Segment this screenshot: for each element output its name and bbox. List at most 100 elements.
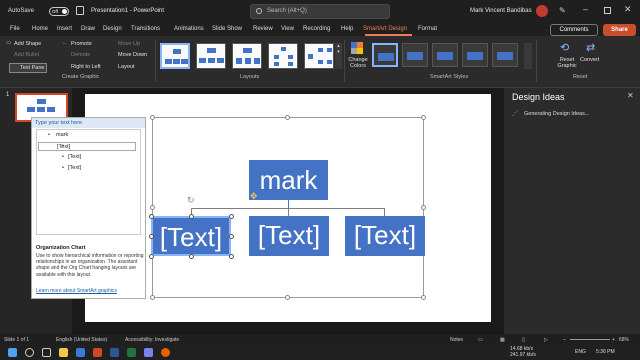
menu-tab-smartart-design[interactable]: SmartArt Design (363, 26, 407, 32)
share-button[interactable]: Share (603, 24, 636, 36)
file-explorer-icon[interactable] (59, 348, 68, 357)
reset-graphic-button[interactable]: Reset Graphic (554, 57, 580, 69)
resize-handle[interactable] (150, 115, 155, 120)
resize-handle[interactable] (150, 205, 155, 210)
word-taskbar-icon[interactable] (110, 348, 119, 357)
ribbon-separator (536, 40, 537, 82)
autosave-toggle[interactable]: Off (49, 7, 69, 16)
convert-button[interactable]: Convert (580, 57, 599, 63)
menu-tab-transitions[interactable]: Transitions (131, 26, 160, 32)
firefox-taskbar-icon[interactable] (161, 348, 170, 357)
menu-tab-review[interactable]: Review (253, 26, 273, 32)
style-thumb-intense[interactable] (492, 43, 518, 67)
resize-handle[interactable] (421, 295, 426, 300)
learn-more-link[interactable]: Learn more about SmartArt graphics (36, 288, 117, 294)
input-language[interactable]: ENG (575, 349, 586, 355)
style-thumb-subtle[interactable] (432, 43, 458, 67)
text-pane-item[interactable]: [Text] (68, 165, 81, 171)
menu-tab-animations[interactable]: Animations (174, 26, 204, 32)
menu-tab-home[interactable]: Home (32, 26, 48, 32)
edge-icon[interactable] (76, 348, 85, 357)
powerpoint-taskbar-icon[interactable] (93, 348, 102, 357)
excel-taskbar-icon[interactable] (127, 348, 136, 357)
node-handle[interactable] (189, 214, 194, 219)
menu-tab-slide-show[interactable]: Slide Show (212, 26, 242, 32)
user-name[interactable]: Mark Vincent Bandibas (470, 8, 532, 14)
node-handle[interactable] (229, 254, 234, 259)
zoom-in-icon[interactable]: + (612, 337, 615, 343)
slideshow-icon[interactable]: ▷ (544, 337, 548, 343)
menu-tab-draw[interactable]: Draw (81, 26, 95, 32)
node-handle[interactable] (229, 214, 234, 219)
resize-handle[interactable] (285, 115, 290, 120)
menu-tab-insert[interactable]: Insert (57, 26, 72, 32)
task-view-icon[interactable] (42, 348, 51, 357)
notes-button[interactable]: Notes (450, 337, 463, 343)
change-colors-button[interactable]: Change Colors (347, 57, 369, 69)
pen-icon[interactable]: ✎ (559, 6, 566, 15)
resize-handle[interactable] (150, 295, 155, 300)
add-bullet-button[interactable]: Add Bullet (14, 52, 39, 58)
text-pane-item[interactable]: [Text] (68, 154, 81, 160)
reading-view-icon[interactable]: ▯ (522, 337, 525, 343)
zoom-slider[interactable] (570, 339, 610, 340)
org-node-top[interactable]: mark (249, 160, 328, 200)
language-status[interactable]: English (United States) (56, 337, 107, 343)
node-handle[interactable] (149, 254, 154, 259)
teams-taskbar-icon[interactable] (144, 348, 153, 357)
save-icon[interactable] (76, 6, 84, 15)
styles-scroll[interactable] (524, 43, 532, 69)
minimize-icon[interactable]: – (583, 4, 588, 14)
layout-thumb-half-circle-org[interactable] (232, 43, 262, 69)
resize-handle[interactable] (285, 295, 290, 300)
clock[interactable]: 5:36 PM (596, 349, 615, 355)
menu-tab-recording[interactable]: Recording (303, 26, 330, 32)
move-down-button[interactable]: Move Down (118, 52, 147, 58)
menu-tab-help[interactable]: Help (341, 26, 353, 32)
text-pane-item[interactable]: [Text] (38, 142, 136, 151)
menu-tab-format[interactable]: Format (418, 26, 437, 32)
text-pane-item[interactable]: mark (56, 132, 68, 138)
layouts-scroll[interactable]: ▴ ▾ (335, 43, 342, 69)
slide-sorter-icon[interactable]: ▦ (500, 337, 505, 343)
node-handle[interactable] (229, 234, 234, 239)
avatar[interactable] (536, 5, 548, 17)
org-node-child[interactable]: [Text] (249, 216, 329, 256)
node-handle[interactable] (189, 254, 194, 259)
accessibility-status[interactable]: Accessibility: Investigate (125, 337, 179, 343)
move-up-button[interactable]: Move Up (118, 41, 140, 47)
style-thumb-white-outline[interactable] (402, 43, 428, 67)
org-node-child[interactable]: [Text] (151, 216, 231, 256)
maximize-icon[interactable] (604, 7, 611, 14)
layout-thumb-hierarchy[interactable] (268, 43, 298, 69)
search-box[interactable]: Search (Alt+Q) (250, 4, 390, 19)
layout-thumb-name-title-org[interactable] (196, 43, 226, 69)
layout-thumb-org-chart[interactable] (160, 43, 190, 69)
right-to-left-button[interactable]: Right to Left (71, 64, 101, 70)
menu-tab-design[interactable]: Design (103, 26, 122, 32)
layout-button[interactable]: Layout (118, 64, 135, 70)
node-handle[interactable] (149, 214, 154, 219)
windows-start-icon[interactable] (8, 348, 17, 357)
close-icon[interactable]: ✕ (624, 4, 632, 15)
zoom-level[interactable]: 68% (619, 337, 629, 343)
search-icon[interactable] (25, 348, 34, 357)
menu-tab-view[interactable]: View (281, 26, 294, 32)
resize-handle[interactable] (421, 115, 426, 120)
close-icon[interactable]: ✕ (627, 91, 634, 100)
style-thumb-simple[interactable] (372, 43, 398, 67)
style-thumb-moderate[interactable] (462, 43, 488, 67)
promote-button[interactable]: Promote (71, 41, 92, 47)
rotate-handle-icon[interactable]: ↻ (187, 195, 195, 206)
zoom-out-icon[interactable]: – (563, 337, 566, 343)
text-pane[interactable]: Type your text here • mark [Text] • • [T… (31, 117, 146, 299)
menu-tab-file[interactable]: File (10, 26, 20, 32)
layout-thumb-horizontal-hierarchy[interactable] (304, 43, 334, 69)
node-handle[interactable] (149, 234, 154, 239)
resize-handle[interactable] (421, 205, 426, 210)
add-shape-button[interactable]: Add Shape (14, 41, 41, 47)
org-node-child[interactable]: [Text] (345, 216, 425, 256)
demote-button[interactable]: Demote (71, 52, 90, 58)
comments-button[interactable]: Comments (550, 24, 598, 36)
normal-view-icon[interactable]: ▭ (478, 337, 483, 343)
